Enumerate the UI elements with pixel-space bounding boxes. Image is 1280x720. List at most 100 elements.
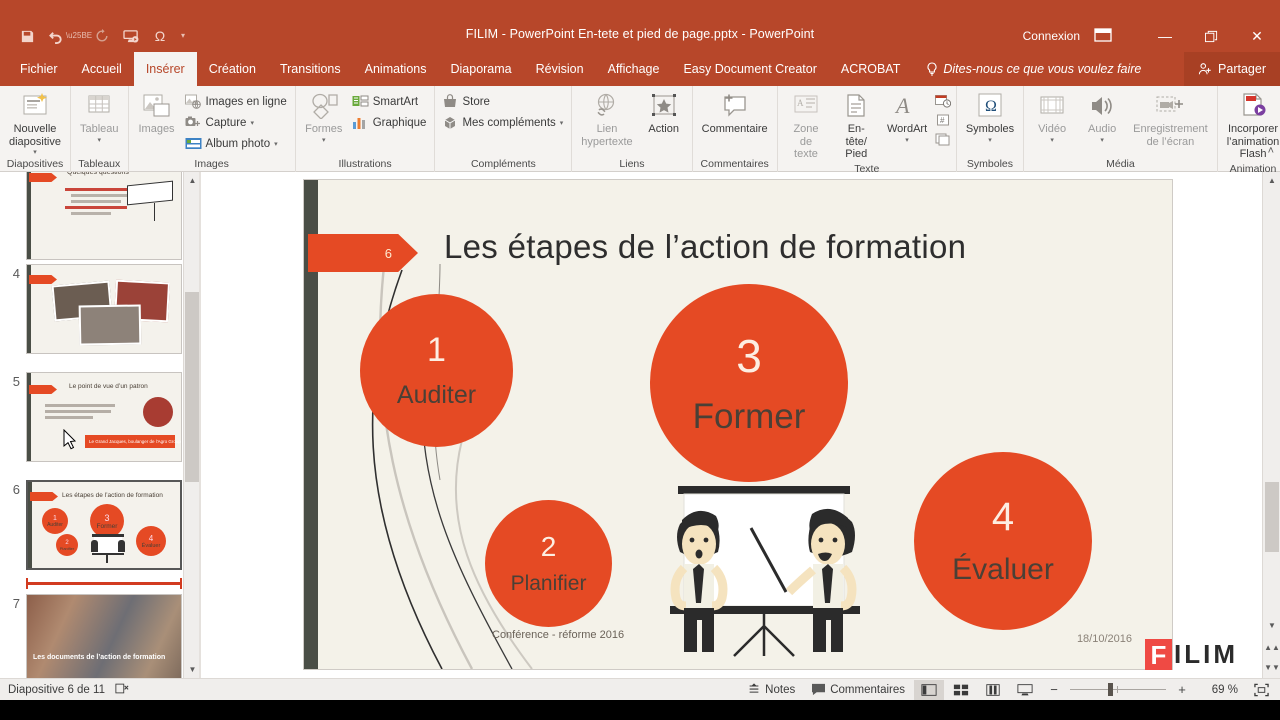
chevron-down-icon[interactable]: ▾ [1050, 137, 1054, 144]
online-pictures-button-label: Images en ligne [205, 95, 287, 108]
chevron-down-icon[interactable]: ▾ [274, 141, 278, 148]
step-number: 3 [736, 329, 762, 382]
panel-splitter[interactable] [199, 172, 201, 678]
zoom-out-button[interactable]: − [1046, 682, 1062, 697]
chart-button[interactable]: Graphique [350, 113, 431, 132]
step-circle-1[interactable]: 1 Auditer [360, 294, 513, 447]
chevron-down-icon[interactable]: ▾ [905, 137, 909, 144]
audio-button[interactable]: Audio ▾ [1078, 89, 1126, 146]
spellcheck-icon[interactable] [115, 682, 129, 698]
scroll-up-arrow-icon[interactable]: ▲ [184, 172, 200, 189]
chevron-down-icon[interactable]: ▾ [1100, 137, 1104, 144]
pictures-button[interactable]: Images [133, 89, 181, 138]
list-item[interactable]: 6 Les étapes de l’action de formation 1A… [0, 480, 200, 570]
chevron-down-icon[interactable]: ▾ [560, 120, 564, 127]
screen-recording-button[interactable]: Enregistrement de l’écran [1128, 89, 1213, 150]
tab-easy-document-creator[interactable]: Easy Document Creator [671, 52, 828, 86]
thumbnail-title: Le point de vue d’un patron [69, 383, 148, 390]
store-button[interactable]: Store [439, 92, 567, 111]
step-circle-3[interactable]: 3 Former [650, 284, 848, 482]
chevron-down-icon[interactable]: ▾ [988, 137, 992, 144]
chevron-down-icon[interactable]: ▾ [322, 137, 326, 144]
tab-fichier[interactable]: Fichier [8, 52, 70, 86]
tell-me-box[interactable]: Dites-nous ce que vous voulez faire [912, 52, 1141, 86]
audio-icon [1088, 91, 1116, 121]
close-button[interactable]: ✕ [1234, 20, 1280, 52]
zoom-slider[interactable]: − + [1042, 682, 1194, 697]
connexion-link[interactable]: Connexion [1023, 29, 1080, 43]
slide-number-icon[interactable]: # [934, 112, 952, 128]
my-addins-button[interactable]: Mes compléments ▾ [439, 113, 567, 132]
slide-stage-scrollbar[interactable]: ▲ ▼ ▲▲ ▼▼ [1262, 172, 1280, 678]
comments-button[interactable]: Commentaires [804, 679, 912, 701]
header-footer-button[interactable]: En-tête/ Pied [832, 89, 880, 163]
presenters-illustration[interactable] [656, 480, 876, 662]
chevron-down-icon[interactable]: ▾ [250, 120, 254, 127]
thumbnail-panel-scrollbar[interactable]: ▲ ▼ [183, 172, 200, 678]
date-time-icon[interactable] [934, 93, 952, 109]
zoom-handle[interactable] [1108, 683, 1113, 696]
tab-acrobat[interactable]: ACROBAT [829, 52, 913, 86]
wordart-button[interactable]: A WordArt ▾ [882, 89, 932, 146]
hyperlink-button[interactable]: Lien hypertexte [576, 89, 637, 150]
zoom-track[interactable] [1070, 683, 1166, 696]
step-circle-4[interactable]: 4 Évaluer [914, 452, 1092, 630]
comment-button[interactable]: Commentaire [697, 89, 773, 138]
tab-affichage[interactable]: Affichage [596, 52, 672, 86]
shapes-button[interactable]: Formes ▾ [300, 89, 348, 146]
object-icon[interactable] [934, 131, 952, 147]
slideshow-view-button[interactable] [1010, 680, 1040, 700]
next-slide-button[interactable]: ▼▼ [1263, 659, 1280, 676]
thumbnail-slide-5[interactable]: Le point de vue d’un patron Le Grand Jac… [26, 372, 182, 462]
new-slide-button[interactable]: Nouvelle diapositive ▾ [4, 89, 66, 158]
scroll-down-arrow-icon[interactable]: ▼ [184, 661, 200, 678]
table-button[interactable]: Tableau ▾ [75, 89, 124, 146]
photo-album-button[interactable]: Album photo ▾ [183, 134, 291, 153]
zoom-in-button[interactable]: + [1174, 682, 1190, 697]
current-slide[interactable]: 6 Les étapes de l’action de formation 1 … [304, 180, 1172, 669]
tab-cr-ation[interactable]: Création [197, 52, 268, 86]
tab-r-vision[interactable]: Révision [524, 52, 596, 86]
list-item[interactable]: 5 Le point de vue d’un patron Le Grand J… [0, 372, 200, 462]
list-item[interactable]: 7 Les documents de l’action de formation [0, 594, 200, 678]
video-button[interactable]: Vidéo ▾ [1028, 89, 1076, 146]
online-pictures-button[interactable]: Images en ligne [183, 92, 291, 111]
minimize-button[interactable]: — [1142, 20, 1188, 52]
text-box-button[interactable]: A Zone de texte [782, 89, 831, 163]
chevron-down-icon[interactable]: ▾ [98, 137, 102, 144]
tab-transitions[interactable]: Transitions [268, 52, 353, 86]
tab-ins-rer[interactable]: Insérer [133, 52, 197, 86]
share-button[interactable]: Partager [1184, 52, 1280, 86]
slide-title[interactable]: Les étapes de l’action de formation [444, 228, 1144, 266]
stage-scrollbar-thumb[interactable] [1265, 482, 1279, 552]
smartart-button[interactable]: SmartArt [350, 92, 431, 111]
stage-scroll-up-icon[interactable]: ▲ [1263, 172, 1280, 189]
action-button[interactable]: Action [640, 89, 688, 138]
restore-button[interactable] [1188, 20, 1234, 52]
chevron-down-icon[interactable]: ▾ [33, 149, 37, 156]
tab-diaporama[interactable]: Diaporama [438, 52, 523, 86]
slide-thumbnail-panel[interactable]: 3 Quelques questions [0, 172, 200, 678]
notes-button[interactable]: Notes [740, 679, 802, 701]
stage-scroll-down-icon[interactable]: ▼ [1263, 617, 1280, 634]
list-item[interactable]: 3 Quelques questions [0, 172, 200, 260]
thumbnail-slide-3[interactable]: Quelques questions [26, 172, 182, 260]
tab-animations[interactable]: Animations [353, 52, 439, 86]
tab-accueil[interactable]: Accueil [70, 52, 134, 86]
thumbnail-slide-6[interactable]: Les étapes de l’action de formation 1 Aud… [26, 480, 182, 570]
fit-to-window-button[interactable] [1246, 680, 1276, 700]
screenshot-button[interactable]: Capture ▾ [183, 113, 291, 132]
slide-sorter-view-button[interactable] [946, 680, 976, 700]
ribbon-tab-strip: Fichier Accueil Insérer Création Transitions… [0, 52, 1280, 86]
normal-view-button[interactable] [914, 679, 944, 700]
thumbnail-slide-7[interactable]: Les documents de l’action de formation [26, 594, 182, 678]
scrollbar-thumb[interactable] [185, 292, 200, 482]
step-circle-2[interactable]: 2 Planifier [485, 500, 612, 627]
previous-slide-button[interactable]: ▲▲ [1263, 639, 1280, 656]
collapse-ribbon-icon[interactable]: ˄ [1268, 145, 1274, 157]
thumbnail-slide-4[interactable] [26, 264, 182, 354]
symbols-button[interactable]: Ω Symboles ▾ [961, 89, 1019, 146]
reading-view-button[interactable] [978, 680, 1008, 700]
ribbon-display-options-icon[interactable] [1094, 27, 1116, 45]
list-item[interactable]: 4 [0, 264, 200, 354]
